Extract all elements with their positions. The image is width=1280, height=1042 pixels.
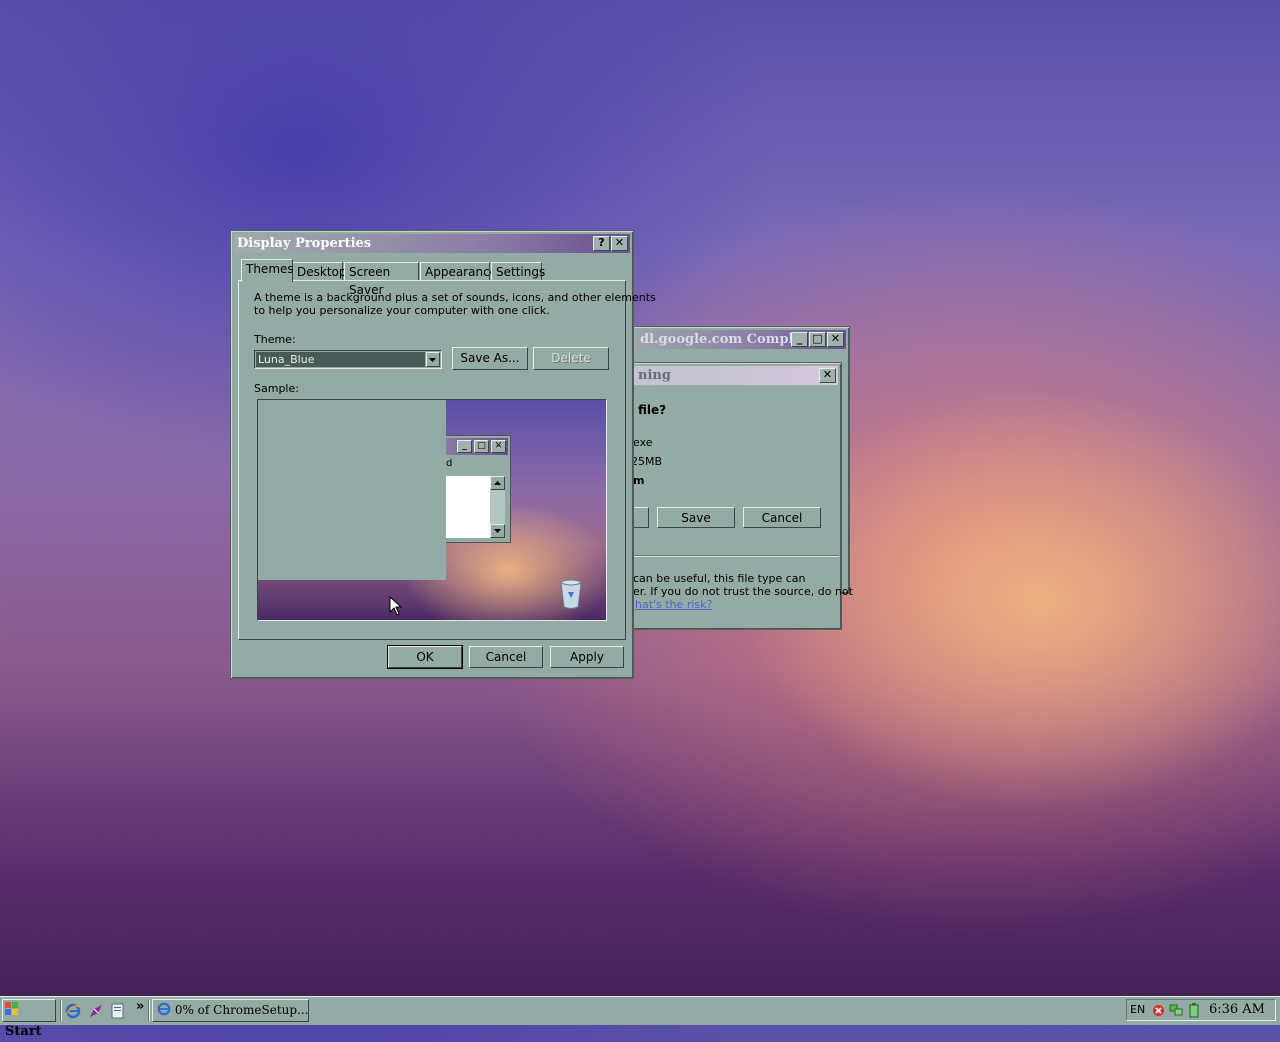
language-indicator[interactable]: EN bbox=[1130, 1003, 1145, 1016]
ok-button[interactable]: OK bbox=[387, 645, 463, 669]
theme-select-value: Luna_Blue bbox=[256, 352, 425, 367]
display-properties-title-bar[interactable]: Display Properties ? ✕ bbox=[234, 234, 630, 253]
cancel-button[interactable]: Cancel bbox=[469, 646, 543, 668]
warning-title: ning bbox=[638, 368, 671, 383]
system-tray: EN 6:36 AM bbox=[1126, 999, 1276, 1021]
tab-desktop[interactable]: Desktop bbox=[292, 262, 347, 281]
scroll-down-icon bbox=[494, 529, 501, 533]
whats-the-risk-link[interactable]: hat's the risk? bbox=[635, 598, 712, 611]
start-button[interactable]: Start bbox=[2, 999, 56, 1039]
help-icon[interactable]: ? bbox=[593, 236, 610, 251]
maximize-icon[interactable]: □ bbox=[809, 332, 826, 347]
file-type-value: exe bbox=[633, 436, 653, 449]
themes-description-line2: to help you personalize your computer wi… bbox=[254, 304, 550, 317]
warning-text-line1: can be useful, this file type can bbox=[633, 572, 806, 585]
network-icon[interactable] bbox=[1169, 1003, 1183, 1017]
media-player-icon[interactable] bbox=[88, 1003, 104, 1019]
themes-description-line1: A theme is a background plus a set of so… bbox=[254, 291, 656, 304]
minimize-icon: _ bbox=[457, 440, 472, 453]
scroll-up-icon bbox=[494, 481, 501, 485]
show-desktop-icon[interactable] bbox=[111, 1003, 125, 1019]
download-title-bar[interactable]: dl.google.com Compl... _ □ ✕ bbox=[614, 330, 846, 349]
internet-explorer-icon bbox=[157, 1002, 171, 1016]
internet-explorer-icon[interactable] bbox=[65, 1003, 81, 1019]
divider bbox=[613, 555, 839, 557]
mouse-cursor-icon bbox=[389, 596, 403, 616]
warning-title-bar[interactable]: ning ✕ bbox=[616, 366, 838, 385]
minimize-icon[interactable]: _ bbox=[791, 332, 808, 347]
recycle-bin-icon bbox=[560, 579, 582, 609]
apply-button[interactable]: Apply bbox=[550, 646, 624, 668]
dialog-title: Display Properties bbox=[237, 236, 372, 251]
download-window-title: dl.google.com Compl... bbox=[640, 332, 808, 347]
delete-button[interactable]: Delete bbox=[533, 347, 609, 370]
quick-launch-divider bbox=[148, 1000, 150, 1021]
file-from-value: m bbox=[633, 474, 645, 487]
sample-window: _ □ ✕ d bbox=[446, 435, 511, 543]
sample-window-text: d bbox=[446, 458, 453, 469]
save-button[interactable]: Save bbox=[657, 507, 735, 528]
tab-themes[interactable]: Themes bbox=[241, 259, 294, 282]
tab-settings[interactable]: Settings bbox=[491, 262, 545, 281]
taskbar: Start » 0% of ChromeSetup.... EN 6:36 AM bbox=[0, 996, 1280, 1039]
sample-textbox bbox=[446, 476, 490, 538]
close-icon: ✕ bbox=[491, 440, 506, 453]
maximize-icon: □ bbox=[474, 440, 489, 453]
theme-label: Theme: bbox=[254, 333, 296, 346]
sample-label: Sample: bbox=[254, 382, 299, 395]
warning-text-line2: er. If you do not trust the source, do n… bbox=[633, 585, 853, 598]
chevron-down-icon[interactable] bbox=[426, 352, 440, 367]
quick-launch-divider bbox=[60, 1000, 62, 1021]
taskbar-task-chromesetup[interactable]: 0% of ChromeSetup.... bbox=[152, 999, 309, 1022]
sample-scrollbar bbox=[490, 476, 505, 538]
theme-select[interactable]: Luna_Blue bbox=[254, 350, 442, 369]
sample-wallpaper-blank bbox=[258, 400, 446, 580]
security-alert-icon[interactable] bbox=[1152, 1004, 1165, 1017]
sample-window-titlebar: _ □ ✕ bbox=[446, 438, 508, 455]
windows-logo-icon bbox=[5, 1002, 18, 1015]
task-label: 0% of ChromeSetup.... bbox=[174, 1003, 309, 1017]
quick-launch-chevron[interactable]: » bbox=[136, 999, 144, 1014]
start-label: Start bbox=[5, 1024, 42, 1039]
sample-preview: _ □ ✕ d bbox=[257, 399, 607, 621]
file-size-value: 25MB bbox=[631, 455, 663, 468]
save-as-button[interactable]: Save As... bbox=[452, 347, 528, 370]
close-icon[interactable]: ✕ bbox=[611, 236, 628, 251]
cancel-button[interactable]: Cancel bbox=[743, 507, 821, 528]
clock[interactable]: 6:36 AM bbox=[1209, 1002, 1265, 1017]
close-icon[interactable]: ✕ bbox=[819, 368, 836, 383]
close-icon[interactable]: ✕ bbox=[827, 332, 844, 347]
tab-screen-saver[interactable]: Screen Saver bbox=[344, 262, 419, 297]
warning-question: file? bbox=[638, 403, 667, 417]
battery-icon[interactable] bbox=[1189, 1003, 1199, 1018]
tab-appearance[interactable]: Appearance bbox=[420, 262, 497, 281]
download-warning-dialog[interactable]: ning ✕ file? exe 25MB m Save Cancel can … bbox=[611, 362, 853, 630]
